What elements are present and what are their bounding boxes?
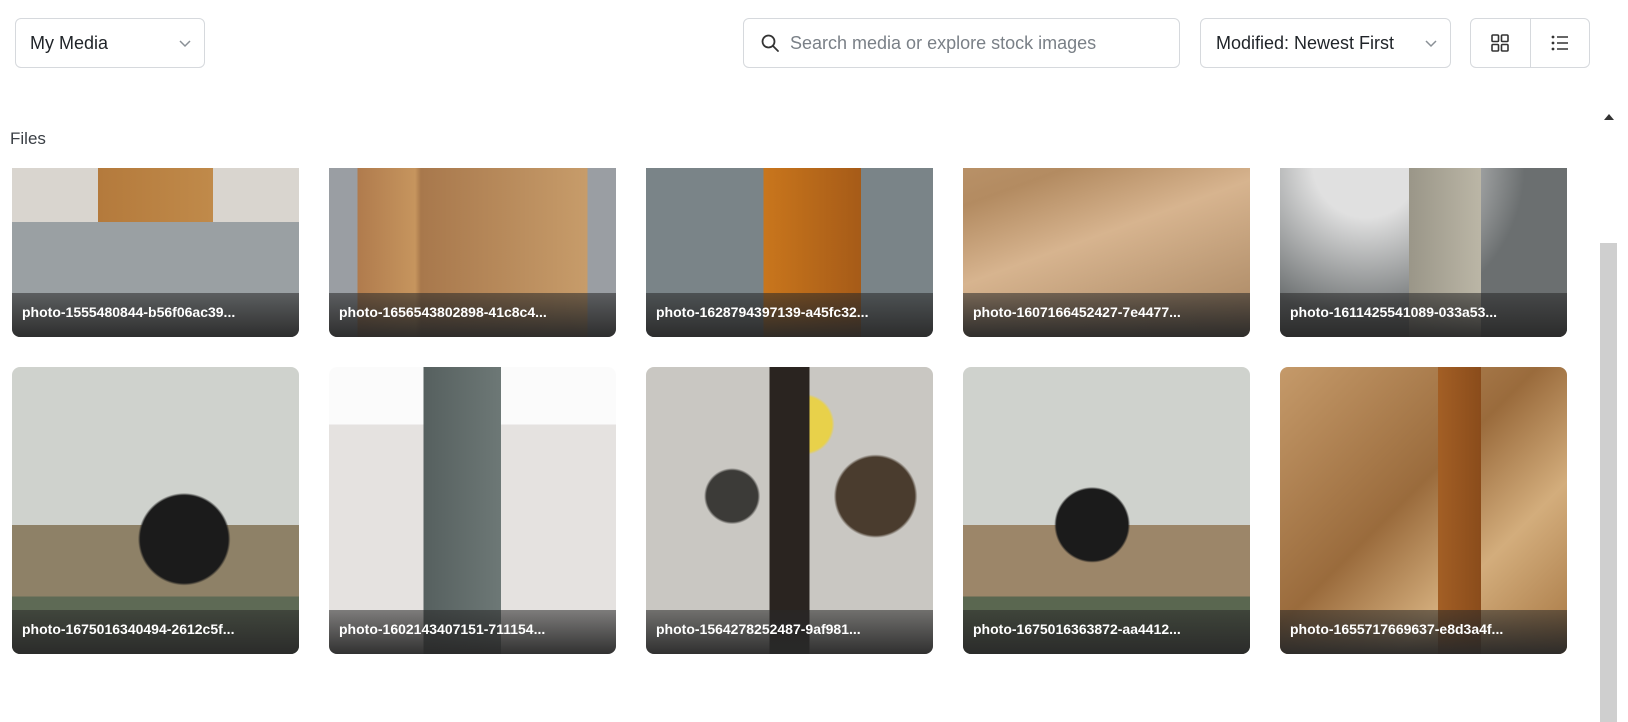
media-tile[interactable]: photo-1555480844-b56f06ac39... — [12, 168, 299, 337]
file-name: photo-1655717669637-e8d3a4f... — [1290, 621, 1504, 637]
list-view-icon — [1551, 35, 1568, 51]
search-icon — [761, 34, 779, 52]
media-tile[interactable]: photo-1656543802898-41c8c4... — [329, 168, 616, 337]
view-toggle — [1470, 18, 1590, 68]
media-tile[interactable]: photo-1611425541089-033a53... — [1280, 168, 1567, 337]
media-caption: photo-1628794397139-a45fc32... — [646, 293, 933, 337]
grid-view-button[interactable] — [1471, 19, 1530, 67]
list-view-button[interactable] — [1529, 19, 1590, 67]
file-name: photo-1611425541089-033a53... — [1290, 304, 1498, 320]
search-input[interactable] — [788, 31, 1172, 55]
file-name: photo-1555480844-b56f06ac39... — [22, 304, 236, 320]
media-tile[interactable]: photo-1675016340494-2612c5f... — [12, 367, 299, 654]
grid-view-icon — [1491, 34, 1510, 52]
media-caption: photo-1555480844-b56f06ac39... — [12, 293, 299, 337]
media-caption: photo-1655717669637-e8d3a4f... — [1280, 610, 1567, 654]
media-caption: photo-1602143407151-711154... — [329, 610, 616, 654]
file-name: photo-1675016363872-aa4412... — [973, 621, 1181, 637]
media-tile[interactable]: photo-1675016363872-aa4412... — [963, 367, 1250, 654]
sort-value: Modified: Newest First — [1216, 32, 1395, 53]
search-field[interactable] — [743, 18, 1180, 68]
scrollbar[interactable] — [1600, 243, 1617, 722]
media-caption: photo-1611425541089-033a53... — [1280, 293, 1567, 337]
sort-select[interactable]: Modified: Newest First — [1200, 18, 1451, 68]
media-tile[interactable]: photo-1628794397139-a45fc32... — [646, 168, 933, 337]
media-caption: photo-1675016363872-aa4412... — [963, 610, 1250, 654]
file-name: photo-1607166452427-7e4477... — [973, 304, 1181, 320]
file-name: photo-1656543802898-41c8c4... — [339, 304, 547, 320]
scroll-up-arrow-icon[interactable] — [1604, 114, 1614, 120]
toolbar: My Media Modified: Newest First — [0, 0, 1628, 86]
file-name: photo-1602143407151-711154... — [339, 621, 546, 637]
chevron-down-icon — [1425, 40, 1437, 48]
media-caption: photo-1675016340494-2612c5f... — [12, 610, 299, 654]
media-caption: photo-1607166452427-7e4477... — [963, 293, 1250, 337]
media-caption: photo-1564278252487-9af981... — [646, 610, 933, 654]
media-source-value: My Media — [30, 32, 109, 53]
media-tile[interactable]: photo-1607166452427-7e4477... — [963, 168, 1250, 337]
file-name: photo-1564278252487-9af981... — [656, 621, 861, 637]
media-tile[interactable]: photo-1564278252487-9af981... — [646, 367, 933, 654]
media-caption: photo-1656543802898-41c8c4... — [329, 293, 616, 337]
media-grid: photo-1555480844-b56f06ac39... photo-165… — [0, 168, 1590, 722]
chevron-down-icon — [179, 40, 191, 48]
file-name: photo-1675016340494-2612c5f... — [22, 621, 235, 637]
section-label: Files — [10, 129, 46, 148]
media-tile[interactable]: photo-1602143407151-711154... — [329, 367, 616, 654]
file-name: photo-1628794397139-a45fc32... — [656, 304, 869, 320]
media-tile[interactable]: photo-1655717669637-e8d3a4f... — [1280, 367, 1567, 654]
media-source-select[interactable]: My Media — [15, 18, 205, 68]
